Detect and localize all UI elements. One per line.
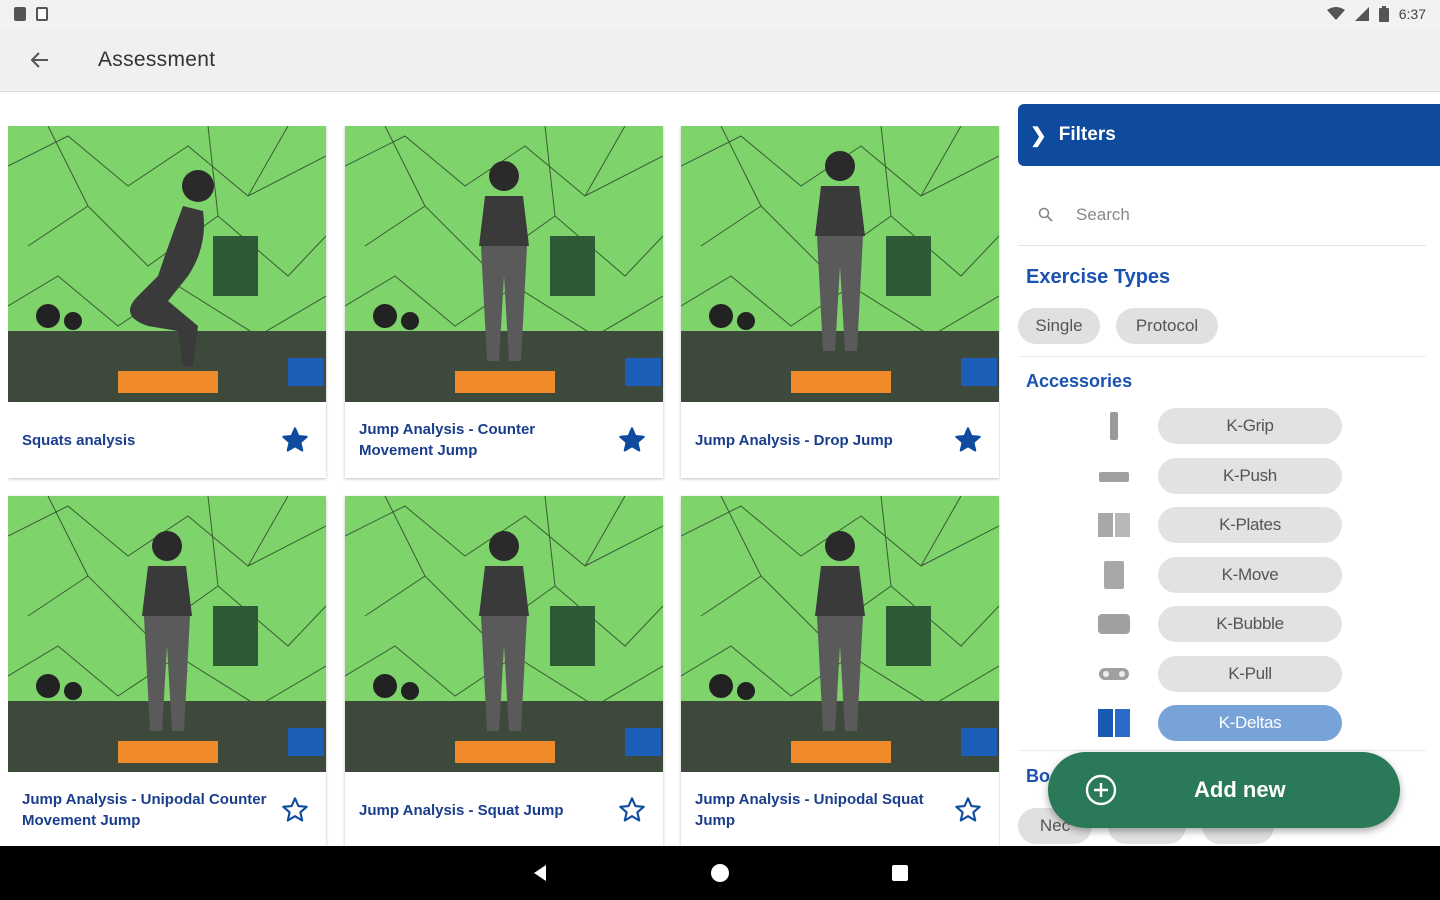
search-bar <box>1018 184 1426 246</box>
chip-protocol[interactable]: Protocol <box>1116 308 1218 344</box>
nav-recents-button[interactable] <box>880 853 920 893</box>
k-bubble-icon <box>1096 606 1132 642</box>
exercise-card[interactable]: Squats analysis <box>8 126 326 478</box>
triangle-back-icon <box>534 865 546 881</box>
chip-k-plates[interactable]: K-Plates <box>1158 507 1342 543</box>
chip-k-grip[interactable]: K-Grip <box>1158 408 1342 444</box>
exercise-title: Jump Analysis - Unipodal Counter Movemen… <box>22 791 267 829</box>
system-nav-bar <box>0 846 1440 900</box>
favorite-button[interactable] <box>951 793 985 827</box>
exercise-title: Jump Analysis - Unipodal Squat Jump <box>695 791 924 829</box>
divider <box>1018 750 1426 751</box>
favorite-button[interactable] <box>278 423 312 457</box>
exercise-card[interactable]: Jump Analysis - Unipodal Squat Jump <box>681 496 999 846</box>
exercise-photo <box>8 496 326 772</box>
exercise-photo <box>345 126 663 402</box>
favorite-button[interactable] <box>951 423 985 457</box>
k-plates-icon <box>1096 507 1132 543</box>
exercise-photo <box>681 496 999 772</box>
add-new-button[interactable]: Add new <box>1048 752 1400 828</box>
k-move-icon <box>1096 557 1132 593</box>
wifi-icon <box>1326 7 1345 20</box>
page-title: Assessment <box>98 47 216 71</box>
exercise-grid: Squats analysis Jump Analysis - Counter … <box>8 126 1000 846</box>
exercise-photo <box>345 496 663 772</box>
exercise-photo <box>681 126 999 402</box>
star-icon <box>955 797 981 822</box>
accessory-row: K-Grip <box>1018 406 1426 446</box>
signal-icon <box>1354 7 1369 21</box>
notification-icon <box>14 7 26 21</box>
back-button[interactable] <box>20 40 60 80</box>
favorite-button[interactable] <box>615 423 649 457</box>
exercise-photo <box>8 126 326 402</box>
square-recents-icon <box>892 865 908 881</box>
chip-k-push[interactable]: K-Push <box>1158 457 1342 494</box>
filters-toggle[interactable]: ❯ Filters <box>1018 104 1440 166</box>
accessory-row: K-Push <box>1018 456 1426 496</box>
add-circle-icon <box>1085 774 1117 806</box>
clock: 6:37 <box>1398 6 1426 22</box>
chip-single[interactable]: Single <box>1018 308 1100 344</box>
chip-k-bubble[interactable]: K-Bubble <box>1158 606 1342 642</box>
star-icon <box>282 797 308 822</box>
search-icon <box>1038 207 1053 222</box>
filters-title: Filters <box>1058 124 1116 145</box>
add-new-label: Add new <box>1194 777 1286 802</box>
accessory-row: K-Pull <box>1018 654 1426 694</box>
accessories-title: Accessories <box>1026 371 1133 391</box>
star-icon <box>619 427 645 452</box>
accessory-row: K-Plates <box>1018 505 1426 545</box>
accessory-row: K-Move <box>1018 555 1426 595</box>
k-deltas-icon <box>1096 705 1132 741</box>
exercise-title: Jump Analysis - Drop Jump <box>695 431 893 449</box>
battery-icon <box>1378 6 1389 22</box>
k-pull-icon <box>1096 656 1132 692</box>
favorite-button[interactable] <box>278 793 312 827</box>
exercise-title: Squats analysis <box>22 431 136 449</box>
chevron-right-icon: ❯ <box>1030 124 1047 147</box>
exercise-card[interactable]: Jump Analysis - Squat Jump <box>345 496 663 846</box>
k-push-icon <box>1096 458 1132 494</box>
exercise-types-title: Exercise Types <box>1026 266 1171 288</box>
star-icon <box>282 427 308 452</box>
nav-back-button[interactable] <box>520 853 560 893</box>
exercise-card[interactable]: Jump Analysis - Drop Jump <box>681 126 999 478</box>
app-bar: Assessment <box>0 28 1440 92</box>
notification-icon <box>36 7 48 21</box>
favorite-button[interactable] <box>615 793 649 827</box>
divider <box>1018 356 1426 357</box>
exercise-card[interactable]: Jump Analysis - Unipodal Counter Movemen… <box>8 496 326 846</box>
exercise-card[interactable]: Jump Analysis - Counter Movement Jump <box>345 126 663 478</box>
body-section-title: Bo <box>1026 766 1050 786</box>
accessory-row: K-Bubble <box>1018 604 1426 644</box>
status-bar: 6:37 <box>0 0 1440 28</box>
search-input[interactable] <box>1076 204 1376 225</box>
chip-k-move[interactable]: K-Move <box>1158 556 1342 593</box>
exercise-title: Jump Analysis - Squat Jump <box>359 801 564 819</box>
exercise-title: Jump Analysis - Counter Movement Jump <box>359 421 536 459</box>
k-grip-icon <box>1096 408 1132 444</box>
chip-k-deltas[interactable]: K-Deltas <box>1158 705 1342 741</box>
star-icon <box>619 797 645 822</box>
nav-home-button[interactable] <box>700 853 740 893</box>
star-icon <box>955 427 981 452</box>
arrow-left-icon <box>30 51 48 68</box>
filters-panel: ❯ Filters Exercise Types Single Protocol… <box>1018 96 1440 846</box>
accessory-row: K-Deltas <box>1018 703 1426 743</box>
chip-k-pull[interactable]: K-Pull <box>1158 655 1342 692</box>
circle-home-icon <box>711 864 729 882</box>
